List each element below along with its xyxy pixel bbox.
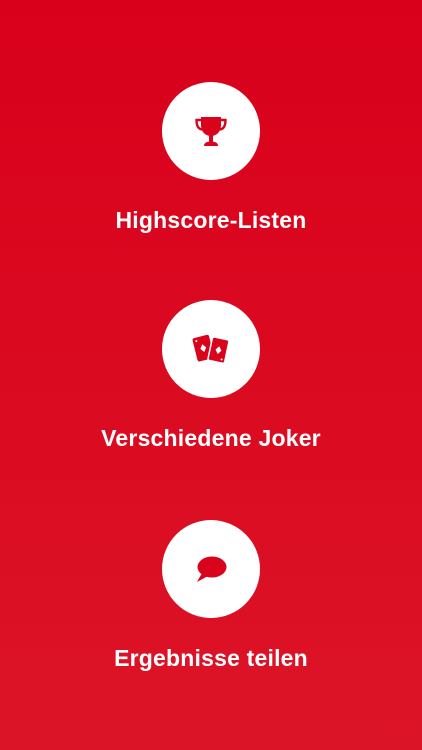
feature-label: Highscore-Listen xyxy=(115,207,307,233)
feature-screen: { "colors": { "background": "#DA0A20", "… xyxy=(0,0,422,750)
feature-label: Verschiedene Joker xyxy=(101,425,321,451)
icon-circle xyxy=(162,520,260,618)
cards-icon xyxy=(192,334,230,364)
icon-circle xyxy=(162,300,260,398)
icon-circle xyxy=(162,82,260,180)
speech-bubble-icon xyxy=(197,556,227,582)
feature-share: Ergebnisse teilen xyxy=(0,520,422,672)
feature-joker: Verschiedene Joker xyxy=(0,300,422,452)
feature-highscore: Highscore-Listen xyxy=(0,82,422,234)
feature-label: Ergebnisse teilen xyxy=(114,645,308,671)
trophy-icon xyxy=(195,117,227,146)
